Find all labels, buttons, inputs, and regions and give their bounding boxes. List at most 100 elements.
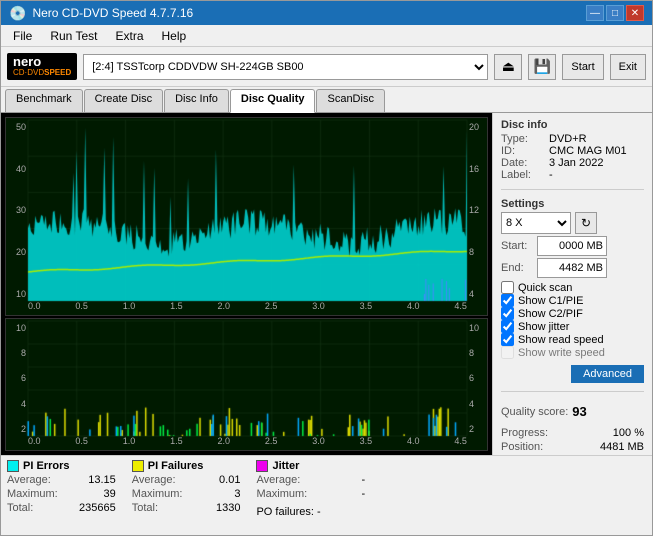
- end-label: End:: [501, 262, 533, 274]
- drive-select[interactable]: [2:4] TSSTcorp CDDVDW SH-224GB SB00: [83, 54, 488, 80]
- progress-row: Progress: 100 %: [501, 427, 644, 439]
- pi-failures-total-row: Total: 1330: [132, 502, 241, 514]
- lower-y-left-4: 4: [6, 399, 28, 409]
- title-bar-controls: — □ ✕: [586, 5, 644, 21]
- menu-extra[interactable]: Extra: [107, 27, 151, 44]
- settings-title: Settings: [501, 198, 644, 210]
- show-read-speed-label: Show read speed: [518, 334, 604, 346]
- show-read-speed-checkbox[interactable]: [501, 333, 514, 346]
- pi-failures-avg-value: 0.01: [190, 474, 240, 486]
- jitter-max-value: -: [315, 488, 365, 500]
- lower-y-right-6: 6: [467, 373, 487, 383]
- po-failures-value: -: [317, 506, 321, 518]
- exit-button[interactable]: Exit: [610, 54, 646, 80]
- label-label: Label:: [501, 169, 545, 181]
- close-button[interactable]: ✕: [626, 5, 644, 21]
- pi-errors-avg-label: Average:: [7, 474, 51, 486]
- refresh-icon-btn[interactable]: ↻: [575, 212, 597, 234]
- upper-y-left-40: 40: [6, 164, 28, 174]
- tab-disc-quality[interactable]: Disc Quality: [230, 89, 316, 113]
- quick-scan-row: Quick scan: [501, 281, 644, 294]
- show-c2pif-label: Show C2/PIF: [518, 308, 583, 320]
- tabs: Benchmark Create Disc Disc Info Disc Qua…: [1, 87, 652, 113]
- quality-score-row: Quality score: 93: [501, 404, 644, 419]
- end-input[interactable]: [537, 258, 607, 278]
- stats-section: PI Errors Average: 13.15 Maximum: 39 Tot…: [1, 455, 652, 535]
- upper-y-right-4: 4: [467, 289, 487, 299]
- pi-errors-legend: [7, 460, 19, 472]
- label-value: -: [549, 169, 553, 181]
- upper-x-35: 3.5: [360, 301, 373, 315]
- pi-failures-avg-label: Average:: [132, 474, 176, 486]
- id-label: ID:: [501, 145, 545, 157]
- show-c2pif-row: Show C2/PIF: [501, 307, 644, 320]
- pi-failures-group: PI Failures Average: 0.01 Maximum: 3 Tot…: [132, 460, 241, 531]
- lower-y-left-axis: 10 8 6 4 2: [6, 321, 28, 436]
- upper-x-30: 3.0: [312, 301, 325, 315]
- pi-errors-total-value: 235665: [66, 502, 116, 514]
- show-jitter-row: Show jitter: [501, 320, 644, 333]
- speed-select[interactable]: 8 X: [501, 212, 571, 234]
- minimize-button[interactable]: —: [586, 5, 604, 21]
- upper-x-20: 2.0: [218, 301, 231, 315]
- window-title: Nero CD-DVD Speed 4.7.7.16: [32, 6, 193, 20]
- tab-scan-disc[interactable]: ScanDisc: [316, 89, 384, 112]
- start-row: Start:: [501, 236, 644, 256]
- jitter-label: Jitter: [272, 460, 299, 472]
- speed-row: 8 X ↻: [501, 212, 644, 234]
- label-row: Label: -: [501, 169, 644, 181]
- show-jitter-label: Show jitter: [518, 321, 569, 333]
- pi-errors-max-value: 39: [66, 488, 116, 500]
- upper-y-left-50: 50: [6, 122, 28, 132]
- quick-scan-checkbox[interactable]: [501, 281, 514, 294]
- upper-y-left-axis: 50 40 30 20 10: [6, 120, 28, 301]
- jitter-avg-value: -: [315, 474, 365, 486]
- end-row: End:: [501, 258, 644, 278]
- disc-info-title: Disc info: [501, 119, 644, 131]
- quality-score-label: Quality score:: [501, 406, 568, 418]
- pi-failures-avg-row: Average: 0.01: [132, 474, 241, 486]
- menu-run-test[interactable]: Run Test: [42, 27, 105, 44]
- eject-icon-btn[interactable]: ⏏: [494, 54, 522, 80]
- upper-y-right-axis: 20 16 12 8 4: [467, 120, 487, 301]
- pi-failures-total-value: 1330: [190, 502, 240, 514]
- pi-errors-avg-row: Average: 13.15: [7, 474, 116, 486]
- nero-text: nero: [13, 55, 41, 69]
- tab-benchmark[interactable]: Benchmark: [5, 89, 83, 112]
- upper-x-40: 4.0: [407, 301, 420, 315]
- show-c2pif-checkbox[interactable]: [501, 307, 514, 320]
- upper-y-left-30: 30: [6, 205, 28, 215]
- pi-errors-total-label: Total:: [7, 502, 33, 514]
- cd-dvd-speed-text: CD·DVDSPEED: [13, 69, 71, 78]
- upper-y-right-8: 8: [467, 247, 487, 257]
- menu-file[interactable]: File: [5, 27, 40, 44]
- lower-y-right-8: 8: [467, 348, 487, 358]
- lower-chart: 10 8 6 4 2 10 8 6 4 2 0.0 0.5: [5, 318, 488, 451]
- show-c1pie-label: Show C1/PIE: [518, 295, 583, 307]
- lower-y-left-8: 8: [6, 348, 28, 358]
- position-value: 4481 MB: [600, 441, 644, 453]
- show-jitter-checkbox[interactable]: [501, 320, 514, 333]
- position-label: Position:: [501, 441, 543, 453]
- maximize-button[interactable]: □: [606, 5, 624, 21]
- menu-help[interactable]: Help: [154, 27, 195, 44]
- pi-failures-max-value: 3: [190, 488, 240, 500]
- upper-x-05: 0.5: [75, 301, 88, 315]
- lower-x-axis: 0.0 0.5 1.0 1.5 2.0 2.5 3.0 3.5 4.0 4.5: [28, 436, 467, 450]
- show-c1pie-checkbox[interactable]: [501, 294, 514, 307]
- start-input[interactable]: [537, 236, 607, 256]
- date-value: 3 Jan 2022: [549, 157, 603, 169]
- po-failures-row: PO failures: -: [256, 506, 365, 518]
- advanced-button[interactable]: Advanced: [571, 365, 644, 383]
- progress-label: Progress:: [501, 427, 548, 439]
- tab-create-disc[interactable]: Create Disc: [84, 89, 163, 112]
- upper-x-45: 4.5: [454, 301, 467, 315]
- upper-chart: 50 40 30 20 10 20 16 12 8 4 0.0 0.5: [5, 117, 488, 316]
- tab-disc-info[interactable]: Disc Info: [164, 89, 229, 112]
- jitter-max-label: Maximum:: [256, 488, 307, 500]
- save-icon-btn[interactable]: 💾: [528, 54, 556, 80]
- main-window: 💿 Nero CD-DVD Speed 4.7.7.16 — □ ✕ File …: [0, 0, 653, 536]
- progress-value: 100 %: [613, 427, 644, 439]
- pi-failures-total-label: Total:: [132, 502, 158, 514]
- start-button[interactable]: Start: [562, 54, 603, 80]
